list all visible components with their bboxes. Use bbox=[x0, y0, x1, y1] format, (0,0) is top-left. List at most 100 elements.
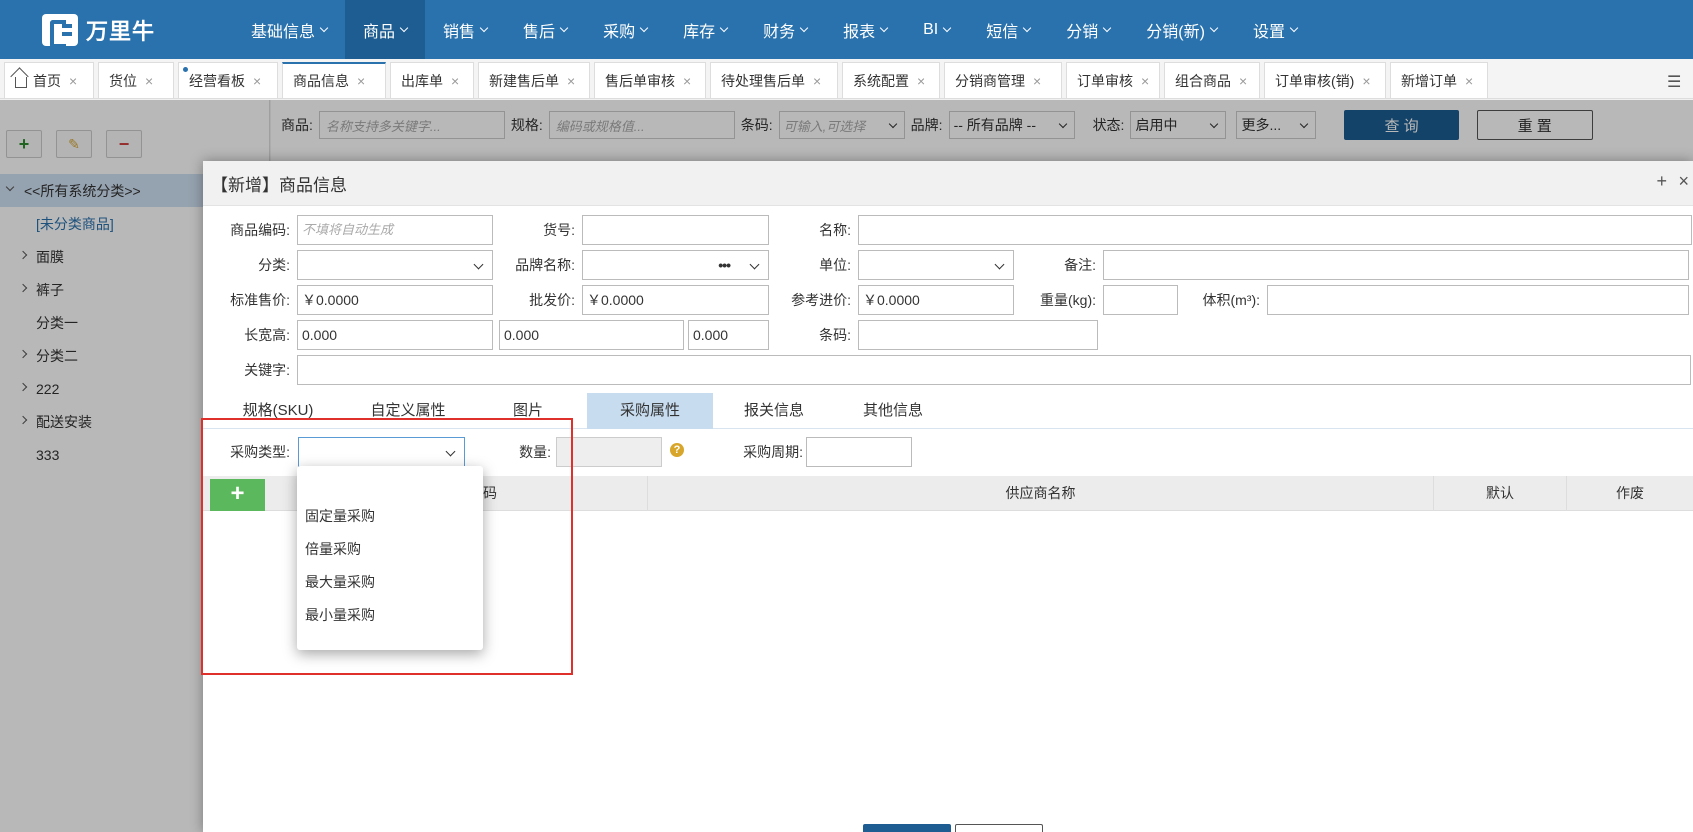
tab-1[interactable]: 货位 × bbox=[98, 62, 174, 98]
tab-strip: 首页 × 货位 × 经营看板 × 商品信息 × 出库单 × 新建售后单 × 售后单审核 × 待处理售后单 × 系… bbox=[0, 59, 1693, 99]
unit-label: 单位: bbox=[819, 257, 851, 273]
tab-close-icon[interactable]: × bbox=[813, 73, 821, 89]
nav-item-label: 财务 bbox=[763, 23, 796, 41]
tab-close-icon[interactable]: × bbox=[567, 73, 575, 89]
chevron-down-icon bbox=[799, 23, 809, 32]
brand-name: 万里牛 bbox=[86, 18, 156, 44]
nav-item-3[interactable]: 售后 bbox=[505, 0, 585, 59]
std-price-label: 标准售价: bbox=[230, 292, 290, 308]
tab-10[interactable]: 订单审核 × bbox=[1066, 62, 1160, 98]
dialog-save-button[interactable] bbox=[863, 824, 951, 832]
col-void: 作废 bbox=[1616, 485, 1644, 501]
keyword-input[interactable] bbox=[297, 355, 1691, 385]
tab-label: 出库单 bbox=[401, 72, 443, 89]
maximize-icon[interactable]: + bbox=[1656, 171, 1667, 192]
tab-5[interactable]: 新建售后单 × bbox=[478, 62, 590, 98]
wholesale-price-input[interactable]: ￥0.0000 bbox=[582, 285, 769, 315]
tab-close-icon[interactable]: × bbox=[69, 73, 77, 89]
name-label: 名称: bbox=[819, 222, 851, 238]
help-icon[interactable]: ? bbox=[670, 443, 684, 457]
tab-label: 售后单审核 bbox=[605, 72, 675, 89]
tab-7[interactable]: 待处理售后单 × bbox=[710, 62, 838, 98]
item-no-input[interactable] bbox=[582, 215, 769, 245]
weight-input[interactable] bbox=[1103, 285, 1178, 315]
detail-tab-3[interactable]: 采购属性 bbox=[587, 393, 713, 429]
chevron-down-icon bbox=[399, 23, 409, 32]
close-icon[interactable]: × bbox=[1678, 171, 1689, 192]
nav-item-0[interactable]: 基础信息 bbox=[233, 0, 345, 59]
nav-item-label: 报表 bbox=[843, 23, 876, 41]
tab-label: 新建售后单 bbox=[489, 72, 559, 89]
detail-tab-5[interactable]: 其他信息 bbox=[836, 393, 950, 429]
chevron-down-icon bbox=[1289, 23, 1299, 32]
nav-item-label: 售后 bbox=[523, 23, 556, 41]
ref-price-label: 参考进价: bbox=[791, 292, 851, 308]
volume-label: 体积(m³): bbox=[1202, 292, 1260, 308]
remark-input[interactable] bbox=[1103, 250, 1689, 280]
barcode-input[interactable] bbox=[858, 320, 1098, 350]
category-select[interactable] bbox=[297, 250, 493, 280]
tab-list-menu-icon[interactable]: ☰ bbox=[1667, 72, 1683, 92]
keyword-label: 关键字: bbox=[244, 362, 290, 378]
tab-close-icon[interactable]: × bbox=[1033, 73, 1041, 89]
nav-item-2[interactable]: 销售 bbox=[425, 0, 505, 59]
detail-tab-4[interactable]: 报关信息 bbox=[712, 393, 836, 429]
chevron-down-icon bbox=[319, 23, 329, 32]
purchase-cycle-input[interactable] bbox=[806, 437, 912, 467]
height-input[interactable]: 0.000 bbox=[688, 320, 769, 350]
dialog-cancel-button[interactable] bbox=[955, 824, 1043, 832]
tab-3[interactable]: 商品信息 × bbox=[282, 62, 386, 98]
tab-2[interactable]: 经营看板 × bbox=[178, 62, 278, 98]
nav-item-5[interactable]: 库存 bbox=[665, 0, 745, 59]
tab-0[interactable]: 首页 × bbox=[4, 62, 94, 98]
tab-11[interactable]: 组合商品 × bbox=[1164, 62, 1260, 98]
brand-name-select[interactable]: ••• bbox=[582, 250, 769, 280]
goods-code-input[interactable]: 不填将自动生成 bbox=[297, 215, 493, 245]
remark-label: 备注: bbox=[1064, 257, 1096, 273]
nav-item-label: 商品 bbox=[363, 23, 396, 41]
highlight-annotation bbox=[201, 418, 573, 675]
tab-9[interactable]: 分销商管理 × bbox=[944, 62, 1062, 98]
chevron-down-icon bbox=[879, 23, 889, 32]
unread-dot-icon bbox=[183, 67, 188, 72]
tab-8[interactable]: 系统配置 × bbox=[842, 62, 940, 98]
width-input[interactable]: 0.000 bbox=[499, 320, 684, 350]
chevron-down-icon bbox=[479, 23, 489, 32]
tab-close-icon[interactable]: × bbox=[1141, 73, 1149, 89]
nav-item-label: 短信 bbox=[986, 23, 1019, 41]
nav-item-10[interactable]: 分销 bbox=[1048, 0, 1128, 59]
nav-item-11[interactable]: 分销(新) bbox=[1128, 0, 1235, 59]
brand-logo[interactable]: 万里牛 bbox=[0, 0, 233, 59]
nav-item-12[interactable]: 设置 bbox=[1235, 0, 1315, 59]
nav-item-7[interactable]: 报表 bbox=[825, 0, 905, 59]
tab-12[interactable]: 订单审核(销) × bbox=[1264, 62, 1386, 98]
col-supplier-name: 供应商名称 bbox=[648, 476, 1434, 511]
tab-close-icon[interactable]: × bbox=[357, 73, 365, 89]
nav-item-4[interactable]: 采购 bbox=[585, 0, 665, 59]
nav-item-1[interactable]: 商品 bbox=[345, 0, 426, 59]
tab-close-icon[interactable]: × bbox=[1239, 73, 1247, 89]
tab-close-icon[interactable]: × bbox=[145, 73, 153, 89]
goods-name-input[interactable] bbox=[858, 215, 1692, 245]
tab-6[interactable]: 售后单审核 × bbox=[594, 62, 706, 98]
unit-select[interactable] bbox=[858, 250, 1014, 280]
more-icon[interactable]: ••• bbox=[718, 251, 731, 279]
dialog-title: 【新增】商品信息 bbox=[211, 175, 347, 195]
tab-13[interactable]: 新增订单 × bbox=[1390, 62, 1488, 98]
cycle-label: 采购周期: bbox=[743, 444, 803, 460]
tab-close-icon[interactable]: × bbox=[253, 73, 261, 89]
volume-input[interactable] bbox=[1267, 285, 1689, 315]
tab-close-icon[interactable]: × bbox=[1362, 73, 1370, 89]
length-input[interactable]: 0.000 bbox=[297, 320, 493, 350]
tab-close-icon[interactable]: × bbox=[683, 73, 691, 89]
tab-4[interactable]: 出库单 × bbox=[390, 62, 474, 98]
tab-close-icon[interactable]: × bbox=[917, 73, 925, 89]
std-price-input[interactable]: ￥0.0000 bbox=[297, 285, 493, 315]
tab-label: 新增订单 bbox=[1401, 72, 1457, 89]
nav-item-9[interactable]: 短信 bbox=[968, 0, 1048, 59]
ref-price-input[interactable]: ￥0.0000 bbox=[858, 285, 1014, 315]
nav-item-6[interactable]: 财务 bbox=[745, 0, 825, 59]
tab-close-icon[interactable]: × bbox=[1465, 73, 1473, 89]
tab-close-icon[interactable]: × bbox=[451, 73, 459, 89]
nav-item-8[interactable]: BI bbox=[905, 0, 968, 59]
